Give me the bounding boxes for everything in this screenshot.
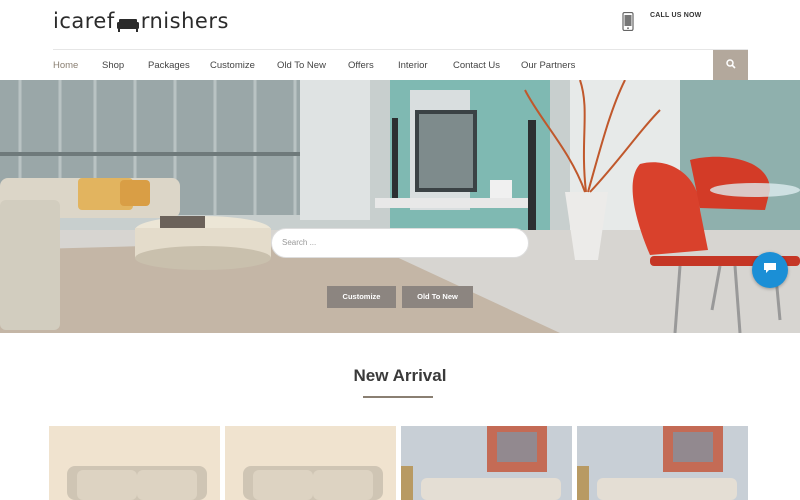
phone-icon: [622, 11, 634, 32]
hero-search-input[interactable]: Search ...: [271, 228, 529, 258]
nav-item-offers[interactable]: Offers: [348, 60, 374, 71]
customize-button[interactable]: Customize: [327, 286, 396, 308]
search-icon: [725, 56, 736, 74]
chat-icon: [763, 261, 777, 279]
call-us-label[interactable]: CALL US NOW: [650, 12, 701, 19]
site-logo[interactable]: icaref rnishers: [53, 9, 229, 33]
old-to-new-button[interactable]: Old To New: [402, 286, 473, 308]
product-card[interactable]: [401, 426, 572, 500]
nav-item-old-to-new[interactable]: Old To New: [277, 60, 326, 71]
logo-text-end: rnishers: [140, 9, 229, 33]
product-card[interactable]: [577, 426, 748, 500]
nav-item-packages[interactable]: Packages: [148, 60, 190, 71]
chat-button[interactable]: [752, 252, 788, 288]
product-image[interactable]: [49, 426, 220, 500]
sofa-logo-icon: [116, 14, 140, 32]
product-card[interactable]: [49, 426, 220, 500]
nav-item-contact-us[interactable]: Contact Us: [453, 60, 500, 71]
nav-item-home[interactable]: Home: [53, 60, 78, 71]
section-title: New Arrival: [353, 366, 447, 385]
hero-image: [0, 80, 800, 333]
logo-text-start: icaref: [53, 9, 115, 33]
product-image[interactable]: [401, 426, 572, 500]
site-header: icaref rnishers CALL US NOW: [0, 0, 800, 48]
nav-item-interior[interactable]: Interior: [398, 60, 428, 71]
product-card[interactable]: [225, 426, 396, 500]
nav-item-our-partners[interactable]: Our Partners: [521, 60, 575, 71]
main-nav: Home Shop Packages Customize Old To New …: [53, 49, 748, 80]
hero-banner: [0, 80, 800, 333]
nav-item-shop[interactable]: Shop: [102, 60, 124, 71]
nav-search-button[interactable]: [713, 50, 748, 80]
section-underline: [363, 396, 433, 398]
nav-item-customize[interactable]: Customize: [210, 60, 255, 71]
product-image[interactable]: [225, 426, 396, 500]
product-image[interactable]: [577, 426, 748, 500]
